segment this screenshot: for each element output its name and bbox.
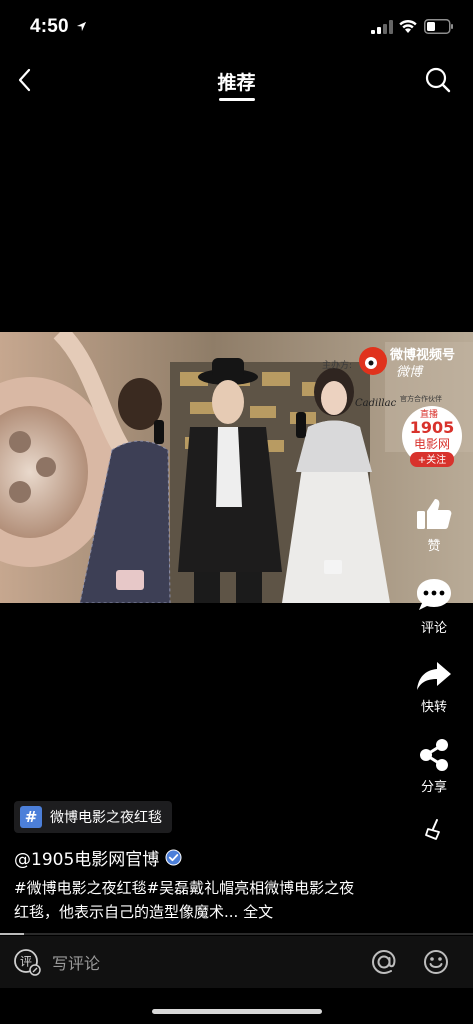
watermark-script: 微博 bbox=[396, 365, 424, 380]
like-label: 赞 bbox=[427, 539, 441, 554]
comment-label: 评论 bbox=[420, 621, 447, 636]
share-label: 分享 bbox=[420, 780, 447, 795]
svg-text:评: 评 bbox=[20, 955, 32, 969]
at-mention-icon[interactable] bbox=[370, 948, 398, 976]
status-bar: 4:50 bbox=[0, 0, 473, 54]
comment-input[interactable]: 写评论 bbox=[52, 950, 100, 974]
video-player[interactable]: 主办方: 官方合作伙伴 Cadillac 微博视频号 微博 直播 1905 电影… bbox=[0, 332, 473, 603]
write-comment-icon: 评 bbox=[14, 949, 41, 976]
quick-repost-label: 快转 bbox=[420, 700, 447, 715]
badge-name: 电影网 bbox=[414, 437, 450, 451]
watermark-text: 微博视频号 bbox=[389, 347, 455, 363]
comment-button[interactable]: 评论 bbox=[400, 577, 468, 636]
comment-bar: 评 写评论 bbox=[0, 936, 473, 988]
status-time: 4:50 bbox=[30, 16, 69, 37]
topic-text: 微博电影之夜红毯 bbox=[50, 810, 162, 826]
more-options-button[interactable] bbox=[400, 818, 468, 840]
comment-bubble-icon bbox=[417, 579, 451, 610]
author-row[interactable]: @1905电影网官博 bbox=[14, 845, 182, 870]
search-icon[interactable] bbox=[424, 66, 452, 94]
cellular-signal-icon bbox=[371, 20, 393, 34]
location-arrow-icon bbox=[76, 21, 87, 32]
video-progress-fill bbox=[0, 933, 24, 935]
emoji-icon[interactable] bbox=[422, 948, 450, 976]
hashtag-icon: # bbox=[20, 806, 42, 828]
sign-partner-text: 官方合作伙伴 bbox=[400, 394, 442, 403]
badge-follow-text: +关注 bbox=[418, 453, 446, 466]
author-name[interactable]: @1905电影网官博 bbox=[14, 845, 159, 870]
forward-arrow-icon bbox=[417, 662, 451, 690]
share-button[interactable]: 分享 bbox=[400, 738, 468, 795]
share-nodes-icon bbox=[420, 739, 448, 771]
badge-number: 1905 bbox=[410, 418, 455, 437]
active-tab-indicator bbox=[219, 98, 255, 101]
post-description[interactable]: #微博电影之夜红毯#吴磊戴礼帽亮相微博电影之夜红毯，他表示自己的造型像魔术...… bbox=[14, 876, 364, 924]
sign-cadillac-text: Cadillac bbox=[355, 398, 397, 409]
sign-host-text: 主办方: bbox=[322, 359, 352, 371]
verified-badge-icon bbox=[165, 849, 182, 866]
tab-recommended[interactable]: 推荐 bbox=[0, 68, 473, 95]
thumbs-up-icon bbox=[417, 499, 452, 529]
top-nav: 推荐 bbox=[0, 56, 473, 106]
broom-icon bbox=[425, 819, 440, 840]
battery-icon bbox=[424, 19, 453, 34]
home-indicator[interactable] bbox=[152, 1009, 322, 1014]
quick-repost-button[interactable]: 快转 bbox=[400, 660, 468, 715]
video-progress-bar[interactable] bbox=[0, 933, 473, 935]
wifi-icon bbox=[399, 19, 417, 33]
video-frame: 主办方: 官方合作伙伴 Cadillac 微博视频号 微博 直播 1905 电影… bbox=[0, 332, 473, 603]
topic-chip[interactable]: # 微博电影之夜红毯 bbox=[14, 801, 172, 833]
like-button[interactable]: 赞 bbox=[400, 497, 468, 554]
